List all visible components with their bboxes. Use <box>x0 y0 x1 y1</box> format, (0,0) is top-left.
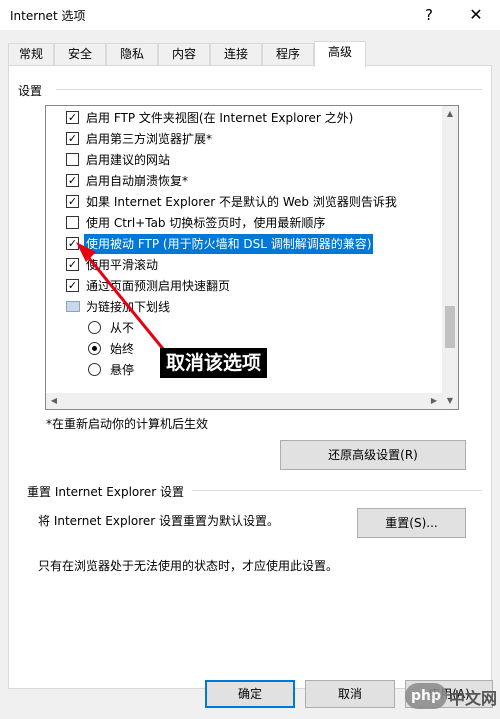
title-bar: Internet 选项 ? ✕ <box>0 0 500 30</box>
option-label: 启用自动崩溃恢复* <box>86 174 189 188</box>
option-label: 始终 <box>110 342 135 356</box>
scroll-down-arrow-icon[interactable]: ▼ <box>442 393 458 409</box>
reset-section-title: 重置 Internet Explorer 设置 <box>27 485 185 499</box>
scroll-right-arrow-icon[interactable]: ▶ <box>426 393 442 409</box>
option-label: 悬停 <box>110 363 135 377</box>
checkbox-checked[interactable]: ✓ <box>66 111 79 124</box>
help-button[interactable]: ? <box>414 2 444 28</box>
option-label: 使用 Ctrl+Tab 切换标签页时，使用最新顺序 <box>86 216 326 230</box>
settings-divider <box>56 89 482 90</box>
tab-connections[interactable]: 连接 <box>210 43 262 65</box>
settings-group-label: 设置 <box>18 84 43 98</box>
annotation-callout: 取消该选项 <box>160 348 268 378</box>
window-title: Internet 选项 <box>10 9 86 23</box>
option-label: 如果 Internet Explorer 不是默认的 Web 浏览器则告诉我 <box>86 195 397 209</box>
checkbox-checked[interactable]: ✓ <box>66 195 79 208</box>
reset-section-divider <box>192 490 482 491</box>
checkbox-checked[interactable]: ✓ <box>66 237 79 250</box>
checkbox-checked[interactable]: ✓ <box>66 279 79 292</box>
restart-note: *在重新启动你的计算机后生效 <box>46 417 209 431</box>
reset-warning-note: 只有在浏览器处于无法使用的状态时，才应使用此设置。 <box>38 559 339 573</box>
option-label: 为链接加下划线 <box>86 300 171 314</box>
radio-selected[interactable] <box>88 342 101 355</box>
scroll-left-arrow-icon[interactable]: ◀ <box>46 393 62 409</box>
tab-privacy[interactable]: 隐私 <box>106 43 158 65</box>
dialog-body: 常规 安全 隐私 内容 连接 程序 高级 设置 ✓ 启用 FTP 文件夹视图(在… <box>0 30 500 719</box>
checkbox-unchecked[interactable] <box>66 153 79 166</box>
restore-advanced-button[interactable]: 还原高级设置(R) <box>280 440 466 470</box>
close-button[interactable]: ✕ <box>458 2 494 28</box>
tab-advanced[interactable]: 高级 <box>314 41 366 67</box>
option-label: 启用第三方浏览器扩展* <box>86 132 213 146</box>
checkbox-checked[interactable]: ✓ <box>66 174 79 187</box>
option-label: 通过页面预测启用快速翻页 <box>86 279 231 293</box>
watermark-text: 中文网 <box>449 689 498 708</box>
radio-unselected[interactable] <box>88 321 101 334</box>
checkbox-unchecked[interactable] <box>66 216 79 229</box>
checkbox-checked[interactable]: ✓ <box>66 132 79 145</box>
radio-dot <box>92 346 97 351</box>
horizontal-scrollbar[interactable] <box>46 393 442 409</box>
ok-button[interactable]: 确定 <box>205 680 295 708</box>
tab-general[interactable]: 常规 <box>8 43 54 65</box>
cancel-button[interactable]: 取消 <box>305 680 395 708</box>
radio-unselected[interactable] <box>88 363 101 376</box>
checkbox-checked[interactable]: ✓ <box>66 258 79 271</box>
tab-security[interactable]: 安全 <box>54 43 106 65</box>
scroll-up-arrow-icon[interactable]: ▲ <box>442 106 458 122</box>
reset-description: 将 Internet Explorer 设置重置为默认设置。 <box>38 514 280 528</box>
tab-programs[interactable]: 程序 <box>262 43 314 65</box>
option-label: 从不 <box>110 321 135 335</box>
watermark-badge: php <box>405 683 447 709</box>
watermark: php 中文网 <box>405 683 497 711</box>
option-label: 启用建议的网站 <box>86 153 171 167</box>
scroll-thumb[interactable] <box>445 306 455 348</box>
tab-content[interactable]: 内容 <box>158 43 210 65</box>
option-label: 启用 FTP 文件夹视图(在 Internet Explorer 之外) <box>86 111 354 125</box>
option-label: 使用被动 FTP (用于防火墙和 DSL 调制解调器的兼容) <box>84 234 374 254</box>
reset-button[interactable]: 重置(S)... <box>357 508 466 538</box>
vertical-scrollbar[interactable] <box>442 106 458 409</box>
option-label: 使用平滑滚动 <box>86 258 159 272</box>
folder-icon <box>66 301 80 312</box>
